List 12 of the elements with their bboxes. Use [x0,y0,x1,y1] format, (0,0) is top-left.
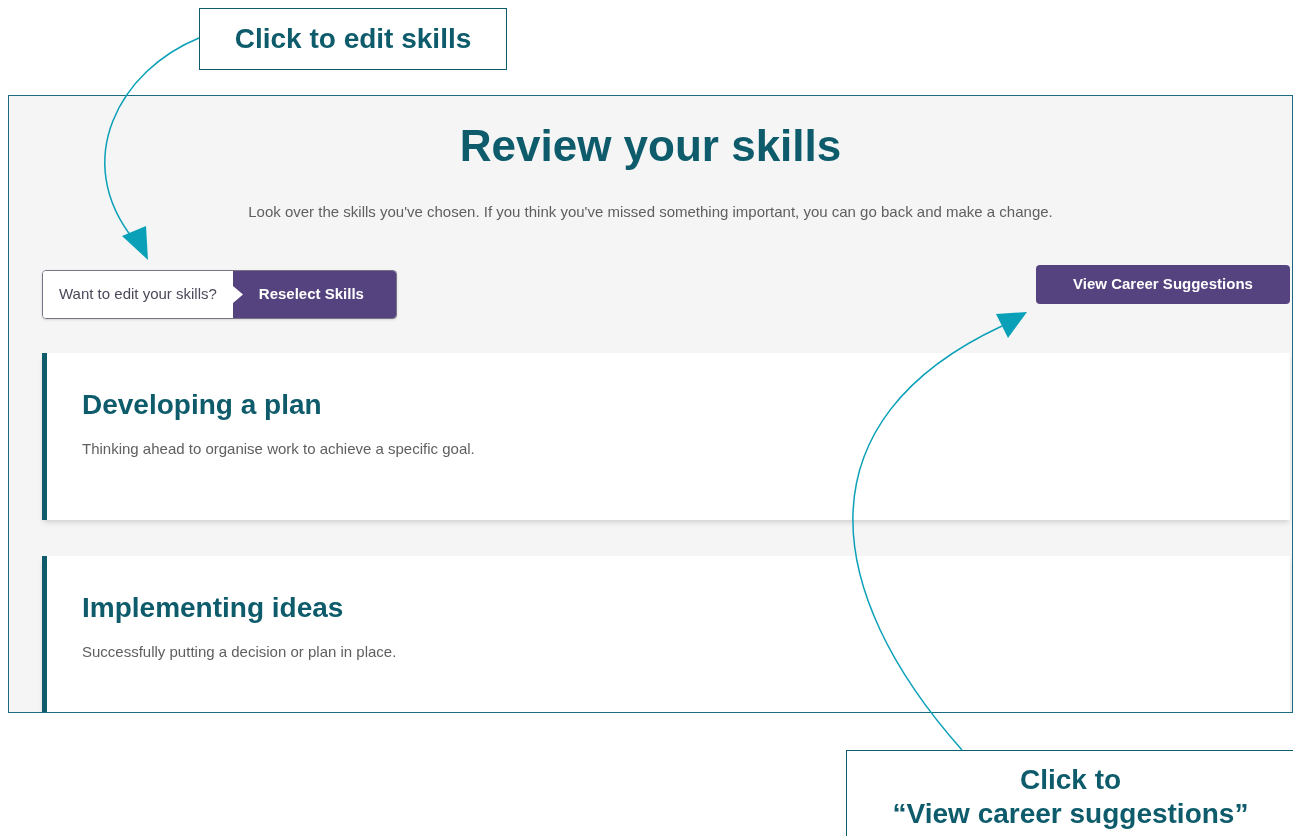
reselect-skills-button[interactable]: Reselect Skills [242,270,396,318]
page-title: Review your skills [459,120,842,172]
callout-text: Click to edit skills [234,22,472,56]
callout-text: “View career suggestions” [892,796,1249,831]
skill-description: Successfully putting a decision or plan in place. [82,641,397,662]
skill-title: Implementing ideas [82,590,344,625]
view-career-suggestions-button[interactable]: View Career Suggestions [1036,264,1290,304]
intro-text: Look over the skills you've chosen. If you think you've missed something important, you can go back and make a change. [248,202,1053,222]
skill-description: Thinking ahead to organise work to achieve a specific goal. [82,438,475,459]
chevron-icon [232,270,243,318]
skill-title: Developing a plan [82,387,322,422]
callout-text: Click to [1019,763,1122,797]
